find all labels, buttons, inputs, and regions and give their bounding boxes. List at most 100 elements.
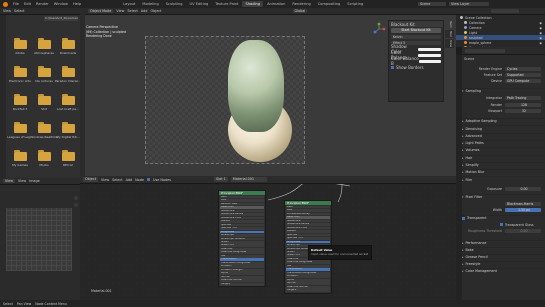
viewport-samples-field[interactable]: 32	[505, 108, 541, 113]
show-borders-row[interactable]: Show Borders	[389, 64, 443, 70]
transparent-checkbox[interactable]	[462, 216, 465, 220]
properties-section[interactable]: ▸ Advanced	[462, 132, 544, 139]
file-path-field[interactable]: C:\Users\cd_Documents\	[44, 16, 78, 21]
node-menu-add[interactable]: Add	[126, 178, 133, 182]
node-socket-row[interactable]: IOR	[286, 264, 330, 268]
tab-animation[interactable]: Animation	[264, 1, 288, 7]
roughness-threshold-field[interactable]: 0.10	[505, 228, 541, 233]
render-samples-field[interactable]: 128	[505, 102, 541, 107]
transparent-glass-checkbox[interactable]	[500, 223, 503, 227]
device-dropdown[interactable]: GPU Compute	[505, 78, 541, 83]
kelvin-dropdown[interactable]: Kelvin	[391, 34, 441, 40]
node-socket-row[interactable]: Specular	[286, 233, 330, 237]
n-panel-tab-tool[interactable]: Tool	[445, 29, 454, 38]
tab-texture-paint[interactable]: Texture Paint	[212, 1, 241, 7]
node-socket-row[interactable]: Alpha	[220, 272, 264, 276]
tab-rendering[interactable]: Rendering	[289, 1, 313, 7]
folder-item[interactable]: Downloads	[58, 38, 78, 55]
properties-section[interactable]: ▸ Motion Blur	[462, 169, 544, 175]
menu-render[interactable]: Render	[36, 2, 49, 6]
node-menu-view[interactable]: View	[101, 178, 109, 182]
folder-item[interactable]: Lost Craft pe...	[57, 94, 79, 111]
viewport-menu-add[interactable]: Add	[141, 9, 148, 13]
node-socket-row[interactable]: Emission	[286, 275, 330, 279]
properties-section[interactable]: ▸ Adaptive Sampling	[462, 118, 544, 124]
image-editor-mode[interactable]: View	[3, 178, 16, 184]
node-menu-node[interactable]: Node	[135, 178, 144, 182]
image-pan-icon[interactable]	[74, 203, 78, 207]
pixel-filter-section[interactable]: ▾ Pixel Filter	[462, 194, 544, 200]
color-swatch[interactable]	[417, 47, 441, 51]
tab-compositing[interactable]: Compositing	[315, 1, 344, 7]
show-borders-checkbox[interactable]	[391, 65, 394, 69]
n-panel-tab-item[interactable]: Item	[445, 20, 454, 29]
slot-selector[interactable]: Slot 1	[214, 177, 228, 182]
node-socket-row[interactable]: Specular Tint	[220, 227, 264, 230]
folder-item[interactable]: Rockfall 3	[10, 94, 30, 111]
node-socket-row[interactable]: Roughness	[286, 240, 330, 244]
node-socket-row[interactable]: Subsurface Color	[220, 216, 264, 220]
transparent-section[interactable]: Transparent	[462, 215, 544, 221]
folder-item[interactable]: My Digital Edi...	[56, 122, 80, 139]
tab-layout[interactable]: Layout	[120, 1, 138, 7]
folder-item[interactable]: Leagues of Leg...	[7, 122, 33, 139]
folder-item[interactable]: My Games	[10, 150, 30, 167]
grid-view-icon[interactable]	[380, 64, 386, 70]
folder-item[interactable]: Windows Realtime	[30, 122, 58, 139]
node-editor-type[interactable]: Object	[83, 177, 99, 182]
viewport-menu-view[interactable]: View	[116, 9, 124, 13]
menu-help[interactable]: Help	[73, 2, 81, 6]
node-socket-row[interactable]: Clearcoat	[220, 247, 264, 251]
use-nodes-checkbox[interactable]	[147, 178, 150, 181]
material-selector[interactable]: Material.001	[230, 177, 267, 182]
properties-section[interactable]: ▸ Color Management	[462, 268, 544, 274]
node-socket-row[interactable]: Transmission Roughness	[286, 271, 330, 275]
properties-section[interactable]: ▸ Freestyle	[462, 261, 544, 267]
folder-item[interactable]: Electronic Arts	[9, 66, 31, 83]
folder-item[interactable]: Adobe	[10, 38, 30, 55]
hand-pan-icon[interactable]	[380, 48, 386, 54]
node-socket-row[interactable]: Normal	[220, 275, 264, 279]
node-socket-row[interactable]: Base Color	[286, 216, 330, 219]
image-canvas[interactable]	[6, 208, 72, 271]
node-socket-row[interactable]: BSDF	[286, 205, 330, 209]
properties-section[interactable]: ▸ Film	[462, 176, 544, 182]
properties-section[interactable]: ▸ Grease Pencil	[462, 254, 544, 260]
node-socket-row[interactable]: Anisotropic	[220, 234, 264, 237]
properties-section[interactable]: ▸ Light Paths	[462, 139, 544, 146]
tab-modeling[interactable]: Modeling	[139, 1, 161, 7]
node-socket-row[interactable]: Transmission	[286, 268, 330, 272]
node-socket-row[interactable]: Sheen Tint	[220, 244, 264, 248]
render-engine-dropdown[interactable]: Cycles	[505, 66, 541, 71]
node-socket-row[interactable]: Subsurface Color	[286, 226, 330, 230]
node-socket-row[interactable]: Tangent	[286, 289, 330, 293]
image-menu-view[interactable]: View	[18, 179, 26, 183]
node-socket-row[interactable]: Random Walk	[220, 202, 264, 206]
node-socket-row[interactable]: Metallic	[220, 220, 264, 223]
tab-scripting[interactable]: Scripting	[344, 1, 366, 7]
transform-orientation[interactable]: Global	[292, 8, 308, 14]
properties-section[interactable]: ▸ Performance	[462, 240, 544, 246]
node-socket-row[interactable]: GGX	[220, 199, 264, 202]
properties-search-field[interactable]	[465, 48, 505, 53]
folder-item[interactable]: Shit	[34, 94, 54, 111]
menu-file[interactable]: File	[13, 2, 19, 6]
start-blackout-button[interactable]: Start Blackout Kit	[391, 28, 441, 33]
folder-item[interactable]: REC12	[58, 150, 78, 167]
node-socket-row[interactable]: Subsurface Radius	[286, 223, 330, 226]
node-socket-row[interactable]: Alpha	[286, 278, 330, 282]
n-panel-tab-view[interactable]: View	[445, 38, 454, 48]
node-socket-row[interactable]: Subsurface	[220, 209, 264, 213]
sculpted-object[interactable]	[228, 40, 284, 132]
node-socket-row[interactable]: Clearcoat Roughness	[286, 261, 330, 265]
node-socket-row[interactable]: Roughness	[220, 230, 264, 234]
node-socket-row[interactable]: Clearcoat Roughness	[220, 251, 264, 255]
tab-shading[interactable]: Shading	[242, 1, 264, 7]
node-socket-row[interactable]: GGX	[286, 209, 330, 212]
filter-type-dropdown[interactable]: Blackman-Harris	[505, 201, 541, 206]
node-socket-row[interactable]: Metallic	[286, 230, 330, 233]
navigation-gizmo-icon[interactable]	[372, 22, 386, 36]
folder-item[interactable]: Ida cultures	[34, 66, 54, 83]
node-socket-row[interactable]: Specular	[220, 223, 264, 227]
tab-sculpting[interactable]: Sculpting	[163, 1, 186, 7]
